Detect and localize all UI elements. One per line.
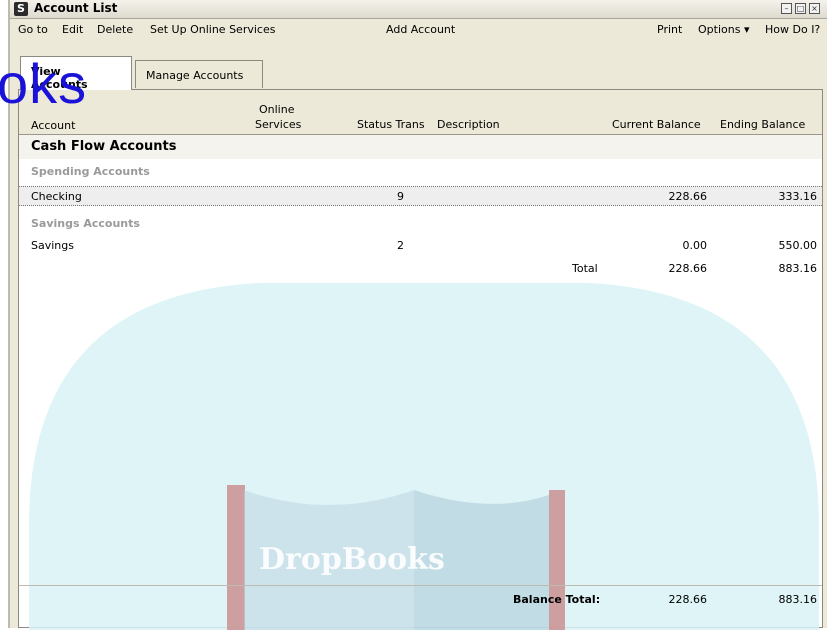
account-trans: 2 [397,239,404,252]
balance-total-label: Balance Total: [513,593,601,606]
accounts-panel: Account Online Services Status Trans Des… [18,89,823,630]
group-cash-flow: Cash Flow Accounts [19,135,822,159]
menu-edit[interactable]: Edit [62,23,83,36]
col-online-line1[interactable]: Online [259,103,294,116]
subgroup-savings-label: Savings Accounts [31,217,140,230]
tab-manage-accounts[interactable]: Manage Accounts [135,60,263,88]
app-logo-icon: S [14,2,28,16]
account-ending-balance: 550.00 [778,239,818,252]
subgroup-spending: Spending Accounts [19,162,822,182]
account-name[interactable]: Checking [31,190,82,203]
menu-bar: Go to Edit Delete Set Up Online Services… [10,19,827,41]
balance-total-ending: 883.16 [778,593,818,606]
group-cash-flow-label: Cash Flow Accounts [31,139,177,154]
restore-icon[interactable]: □ [795,3,806,14]
account-current-balance: 0.00 [682,239,708,252]
total-current: 228.66 [668,262,708,275]
account-current-balance: 228.66 [668,190,708,203]
account-trans: 9 [397,190,404,203]
col-description[interactable]: Description [437,118,500,131]
column-header: Account Online Services Status Trans Des… [19,90,822,135]
col-status-trans[interactable]: Status Trans [357,118,425,131]
menu-how-do-i[interactable]: How Do I? [765,23,820,36]
table-row[interactable]: Savings 2 0.00 550.00 [19,236,822,256]
subgroup-spending-label: Spending Accounts [31,165,150,178]
col-current-balance[interactable]: Current Balance [612,118,701,131]
balance-total-current: 228.66 [668,593,708,606]
watermark-graphic [29,283,819,630]
close-icon[interactable]: × [809,3,820,14]
account-ending-balance: 333.16 [778,190,818,203]
minimize-icon[interactable]: – [781,3,792,14]
total-ending: 883.16 [778,262,818,275]
menu-options[interactable]: Options ▾ [698,23,749,36]
total-label: Total [572,262,598,275]
table-row[interactable]: Checking 9 228.66 333.16 [19,186,822,206]
window-title: Account List [34,1,118,15]
col-account[interactable]: Account [31,119,75,132]
subgroup-savings: Savings Accounts [19,214,822,234]
title-bar[interactable]: S Account List – □ × [10,0,827,19]
menu-goto[interactable]: Go to [18,23,48,36]
tab-strip: View Accounts Manage Accounts [10,56,827,91]
watermark-overlay-text: oks [0,52,88,115]
account-list-window: S Account List – □ × Go to Edit Delete S… [0,0,827,630]
col-online-line2[interactable]: Services [255,118,301,131]
menu-print[interactable]: Print [657,23,682,36]
total-row: Total 228.66 883.16 [19,259,822,279]
menu-setup-online[interactable]: Set Up Online Services [150,23,275,36]
balance-total-bar: Balance Total: 228.66 883.16 [19,585,822,616]
menu-add-account[interactable]: Add Account [386,23,455,36]
watermark-logo-text: DropBooks [259,542,445,577]
menu-delete[interactable]: Delete [97,23,133,36]
col-ending-balance[interactable]: Ending Balance [720,118,805,131]
account-name[interactable]: Savings [31,239,74,252]
